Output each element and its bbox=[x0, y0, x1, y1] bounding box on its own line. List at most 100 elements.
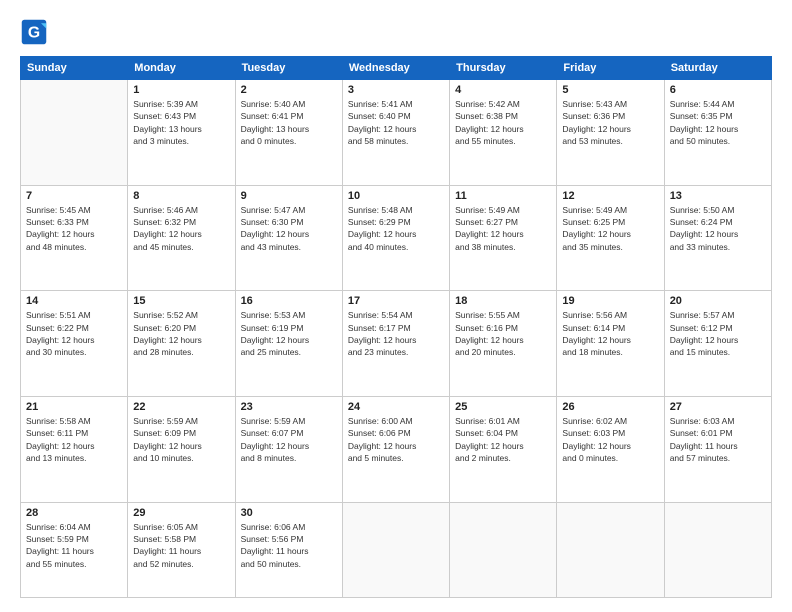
calendar-cell: 7 Sunrise: 5:45 AM Sunset: 6:33 PM Daylig… bbox=[21, 185, 128, 291]
day-info: Sunrise: 5:45 AM Sunset: 6:33 PM Dayligh… bbox=[26, 204, 122, 253]
calendar-cell: 16Sunrise: 5:53 AM Sunset: 6:19 PM Dayli… bbox=[235, 291, 342, 397]
day-info: Sunrise: 5:43 AM Sunset: 6:36 PM Dayligh… bbox=[562, 98, 658, 147]
calendar-cell: 18 Sunrise: 5:55 AM Sunset: 6:16 PM Dayli… bbox=[450, 291, 557, 397]
day-number: 9 bbox=[241, 190, 337, 202]
svg-text:G: G bbox=[28, 24, 40, 41]
calendar-cell bbox=[664, 502, 771, 597]
day-info: Sunrise: 5:54 AM Sunset: 6:17 PM Dayligh… bbox=[348, 309, 444, 358]
week-row-4: 21 Sunrise: 5:58 AM Sunset: 6:11 PM Dayli… bbox=[21, 396, 772, 502]
day-number: 28 bbox=[26, 507, 122, 519]
day-number: 14 bbox=[26, 295, 122, 307]
day-info: Sunrise: 5:49 AM Sunset: 6:25 PM Dayligh… bbox=[562, 204, 658, 253]
day-number: 25 bbox=[455, 401, 551, 413]
day-info: Sunrise: 5:58 AM Sunset: 6:11 PM Dayligh… bbox=[26, 415, 122, 464]
day-number: 22 bbox=[133, 401, 229, 413]
day-info: Sunrise: 5:49 AM Sunset: 6:27 PM Dayligh… bbox=[455, 204, 551, 253]
calendar-cell: 14 Sunrise: 5:51 AM Sunset: 6:22 PM Dayli… bbox=[21, 291, 128, 397]
calendar-cell: 13 Sunrise: 5:50 AM Sunset: 6:24 PM Dayli… bbox=[664, 185, 771, 291]
weekday-header-monday: Monday bbox=[128, 57, 235, 80]
day-info: Sunrise: 5:51 AM Sunset: 6:22 PM Dayligh… bbox=[26, 309, 122, 358]
calendar-cell: 23 Sunrise: 5:59 AM Sunset: 6:07 PM Dayli… bbox=[235, 396, 342, 502]
week-row-1: 1Sunrise: 5:39 AM Sunset: 6:43 PM Daylig… bbox=[21, 80, 772, 186]
calendar-cell: 8Sunrise: 5:46 AM Sunset: 6:32 PM Daylig… bbox=[128, 185, 235, 291]
weekday-header-wednesday: Wednesday bbox=[342, 57, 449, 80]
day-info: Sunrise: 5:59 AM Sunset: 6:09 PM Dayligh… bbox=[133, 415, 229, 464]
calendar-cell: 12 Sunrise: 5:49 AM Sunset: 6:25 PM Dayli… bbox=[557, 185, 664, 291]
header: G bbox=[20, 18, 772, 46]
day-info: Sunrise: 6:06 AM Sunset: 5:56 PM Dayligh… bbox=[241, 521, 337, 570]
week-row-5: 28 Sunrise: 6:04 AM Sunset: 5:59 PM Dayli… bbox=[21, 502, 772, 597]
day-info: Sunrise: 6:03 AM Sunset: 6:01 PM Dayligh… bbox=[670, 415, 766, 464]
calendar-cell: 11 Sunrise: 5:49 AM Sunset: 6:27 PM Dayli… bbox=[450, 185, 557, 291]
calendar-cell: 27Sunrise: 6:03 AM Sunset: 6:01 PM Dayli… bbox=[664, 396, 771, 502]
calendar-cell: 24Sunrise: 6:00 AM Sunset: 6:06 PM Dayli… bbox=[342, 396, 449, 502]
calendar-cell: 25 Sunrise: 6:01 AM Sunset: 6:04 PM Dayli… bbox=[450, 396, 557, 502]
weekday-header-friday: Friday bbox=[557, 57, 664, 80]
day-number: 19 bbox=[562, 295, 658, 307]
day-number: 23 bbox=[241, 401, 337, 413]
calendar-cell: 2 Sunrise: 5:40 AM Sunset: 6:41 PM Daylig… bbox=[235, 80, 342, 186]
day-number: 5 bbox=[562, 84, 658, 96]
day-info: Sunrise: 5:57 AM Sunset: 6:12 PM Dayligh… bbox=[670, 309, 766, 358]
day-number: 2 bbox=[241, 84, 337, 96]
day-info: Sunrise: 5:50 AM Sunset: 6:24 PM Dayligh… bbox=[670, 204, 766, 253]
calendar-cell: 4 Sunrise: 5:42 AM Sunset: 6:38 PM Daylig… bbox=[450, 80, 557, 186]
calendar-cell: 28 Sunrise: 6:04 AM Sunset: 5:59 PM Dayli… bbox=[21, 502, 128, 597]
calendar-cell: 10Sunrise: 5:48 AM Sunset: 6:29 PM Dayli… bbox=[342, 185, 449, 291]
day-number: 26 bbox=[562, 401, 658, 413]
day-number: 29 bbox=[133, 507, 229, 519]
calendar-cell: 9 Sunrise: 5:47 AM Sunset: 6:30 PM Daylig… bbox=[235, 185, 342, 291]
calendar-cell: 5 Sunrise: 5:43 AM Sunset: 6:36 PM Daylig… bbox=[557, 80, 664, 186]
calendar-cell bbox=[557, 502, 664, 597]
calendar-cell: 17 Sunrise: 5:54 AM Sunset: 6:17 PM Dayli… bbox=[342, 291, 449, 397]
calendar-cell: 6 Sunrise: 5:44 AM Sunset: 6:35 PM Daylig… bbox=[664, 80, 771, 186]
day-info: Sunrise: 5:59 AM Sunset: 6:07 PM Dayligh… bbox=[241, 415, 337, 464]
day-number: 7 bbox=[26, 190, 122, 202]
calendar-cell: 15 Sunrise: 5:52 AM Sunset: 6:20 PM Dayli… bbox=[128, 291, 235, 397]
calendar-cell bbox=[21, 80, 128, 186]
page: G SundayMondayTuesdayWednesdayThursdayFr… bbox=[0, 0, 792, 612]
calendar-cell: 22 Sunrise: 5:59 AM Sunset: 6:09 PM Dayli… bbox=[128, 396, 235, 502]
day-number: 4 bbox=[455, 84, 551, 96]
calendar-cell: 1Sunrise: 5:39 AM Sunset: 6:43 PM Daylig… bbox=[128, 80, 235, 186]
day-info: Sunrise: 5:47 AM Sunset: 6:30 PM Dayligh… bbox=[241, 204, 337, 253]
week-row-3: 14 Sunrise: 5:51 AM Sunset: 6:22 PM Dayli… bbox=[21, 291, 772, 397]
calendar-cell: 20Sunrise: 5:57 AM Sunset: 6:12 PM Dayli… bbox=[664, 291, 771, 397]
day-number: 11 bbox=[455, 190, 551, 202]
calendar-cell: 19 Sunrise: 5:56 AM Sunset: 6:14 PM Dayli… bbox=[557, 291, 664, 397]
day-number: 3 bbox=[348, 84, 444, 96]
day-info: Sunrise: 5:41 AM Sunset: 6:40 PM Dayligh… bbox=[348, 98, 444, 147]
weekday-header-saturday: Saturday bbox=[664, 57, 771, 80]
calendar-cell bbox=[450, 502, 557, 597]
calendar-table: SundayMondayTuesdayWednesdayThursdayFrid… bbox=[20, 56, 772, 598]
day-number: 13 bbox=[670, 190, 766, 202]
day-info: Sunrise: 5:42 AM Sunset: 6:38 PM Dayligh… bbox=[455, 98, 551, 147]
logo-icon: G bbox=[20, 18, 48, 46]
day-info: Sunrise: 6:05 AM Sunset: 5:58 PM Dayligh… bbox=[133, 521, 229, 570]
day-info: Sunrise: 6:01 AM Sunset: 6:04 PM Dayligh… bbox=[455, 415, 551, 464]
day-info: Sunrise: 5:40 AM Sunset: 6:41 PM Dayligh… bbox=[241, 98, 337, 147]
day-info: Sunrise: 6:04 AM Sunset: 5:59 PM Dayligh… bbox=[26, 521, 122, 570]
calendar-cell bbox=[342, 502, 449, 597]
day-info: Sunrise: 5:52 AM Sunset: 6:20 PM Dayligh… bbox=[133, 309, 229, 358]
day-number: 16 bbox=[241, 295, 337, 307]
day-number: 18 bbox=[455, 295, 551, 307]
logo: G bbox=[20, 18, 52, 46]
weekday-header-tuesday: Tuesday bbox=[235, 57, 342, 80]
day-info: Sunrise: 5:55 AM Sunset: 6:16 PM Dayligh… bbox=[455, 309, 551, 358]
day-number: 17 bbox=[348, 295, 444, 307]
day-number: 6 bbox=[670, 84, 766, 96]
day-info: Sunrise: 5:39 AM Sunset: 6:43 PM Dayligh… bbox=[133, 98, 229, 147]
day-number: 30 bbox=[241, 507, 337, 519]
day-number: 12 bbox=[562, 190, 658, 202]
week-row-2: 7 Sunrise: 5:45 AM Sunset: 6:33 PM Daylig… bbox=[21, 185, 772, 291]
day-info: Sunrise: 5:48 AM Sunset: 6:29 PM Dayligh… bbox=[348, 204, 444, 253]
day-number: 15 bbox=[133, 295, 229, 307]
weekday-header-thursday: Thursday bbox=[450, 57, 557, 80]
calendar-cell: 29 Sunrise: 6:05 AM Sunset: 5:58 PM Dayli… bbox=[128, 502, 235, 597]
day-info: Sunrise: 5:56 AM Sunset: 6:14 PM Dayligh… bbox=[562, 309, 658, 358]
day-info: Sunrise: 5:44 AM Sunset: 6:35 PM Dayligh… bbox=[670, 98, 766, 147]
day-number: 8 bbox=[133, 190, 229, 202]
day-info: Sunrise: 6:02 AM Sunset: 6:03 PM Dayligh… bbox=[562, 415, 658, 464]
day-number: 21 bbox=[26, 401, 122, 413]
